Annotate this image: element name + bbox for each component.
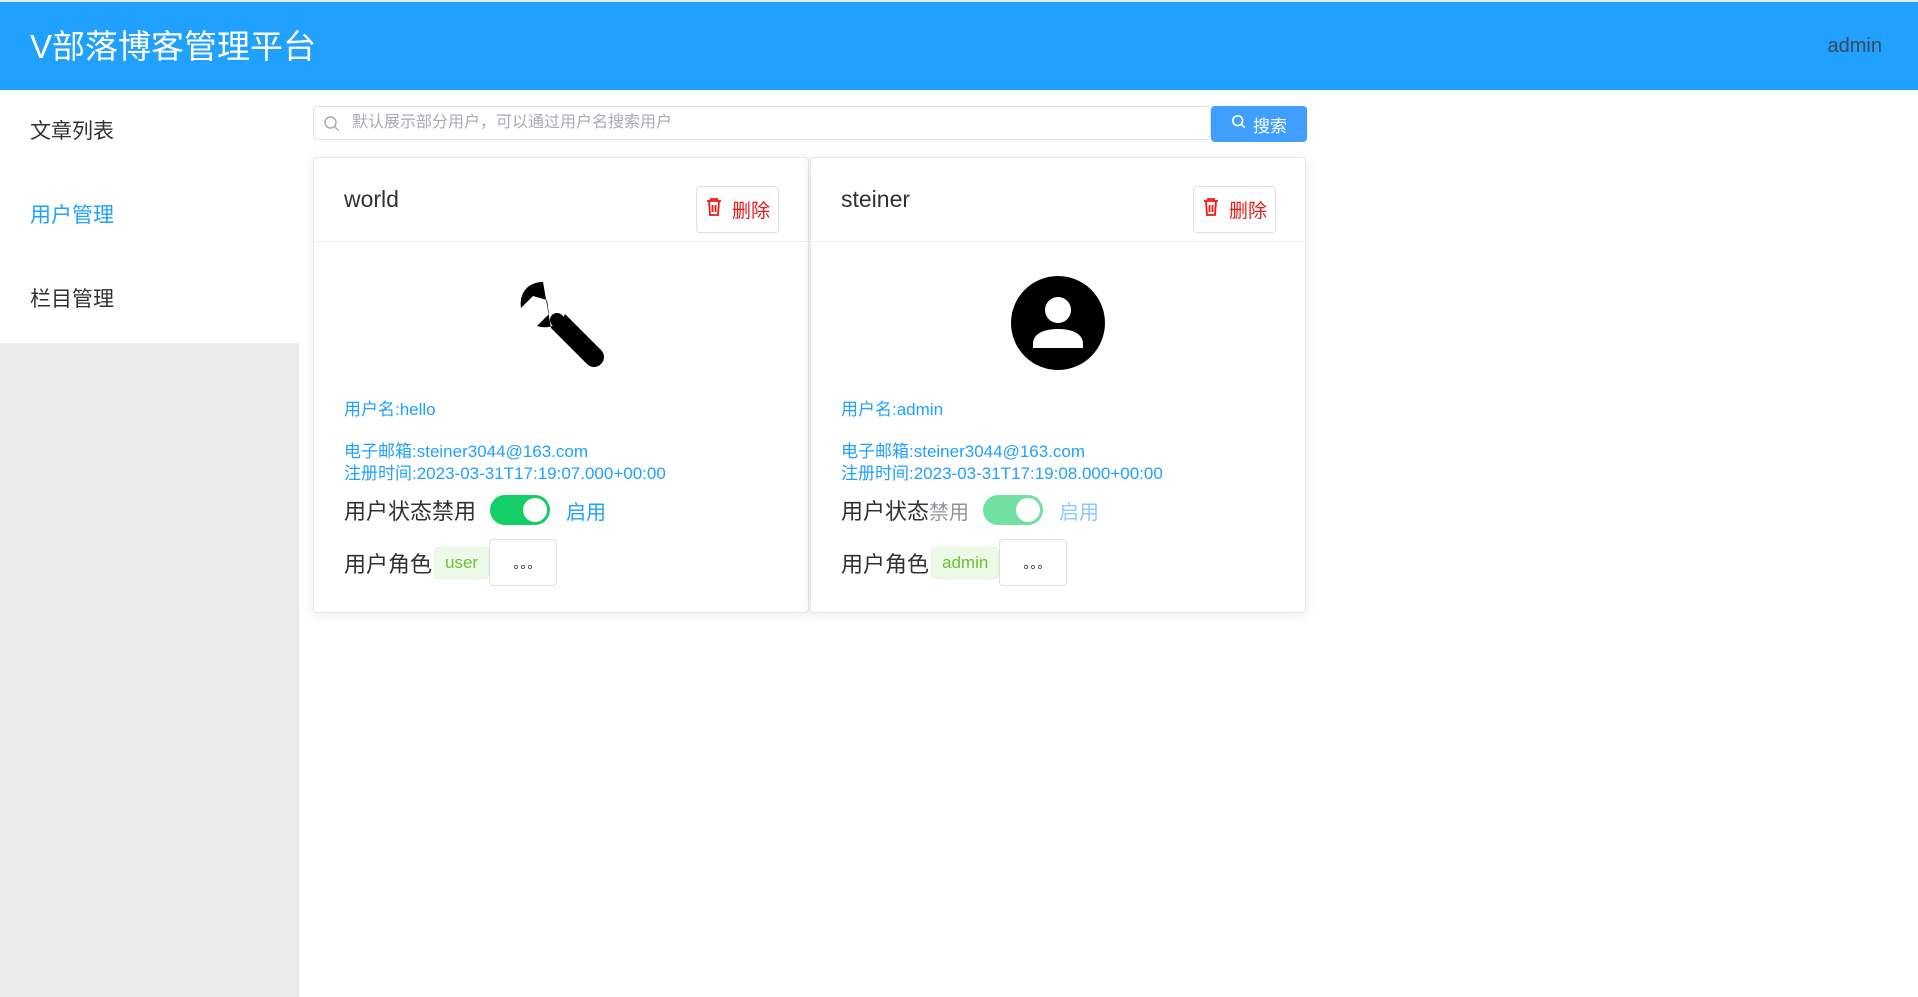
card-header: world 删除 <box>314 158 808 242</box>
role-tag: user <box>434 546 490 579</box>
username-text: 用户名:hello <box>344 400 436 419</box>
username-text: 用户名:admin <box>841 400 944 419</box>
search-input[interactable] <box>352 107 1192 139</box>
delete-label: 删除 <box>731 201 770 222</box>
search-field <box>313 106 1211 140</box>
role-more-button[interactable] <box>999 539 1068 586</box>
status-toggle[interactable] <box>983 495 1044 525</box>
delete-button[interactable]: 删除 <box>696 186 779 233</box>
header-username[interactable]: admin <box>1828 33 1882 59</box>
sidebar-item-categories[interactable]: 栏目管理 <box>0 258 299 342</box>
wrench-icon <box>314 276 808 372</box>
sidebar-item-articles[interactable]: 文章列表 <box>0 90 299 174</box>
card-header: steiner 删除 <box>811 158 1305 242</box>
register-time-text: 注册时间:2023-03-31T17:19:08.000+00:00 <box>841 464 1163 483</box>
search-button-label: 搜索 <box>1253 116 1287 136</box>
toggle-knob <box>523 498 548 522</box>
status-off-label: 禁用 <box>432 499 477 524</box>
sidebar-item-users[interactable]: 用户管理 <box>0 174 299 258</box>
trash-icon <box>705 197 723 223</box>
status-label: 用户状态 <box>841 499 930 524</box>
role-more-button[interactable] <box>489 539 558 586</box>
delete-label: 删除 <box>1228 201 1267 222</box>
role-label: 用户角色 <box>344 551 433 577</box>
user-circle-icon <box>811 276 1305 372</box>
register-time-text: 注册时间:2023-03-31T17:19:07.000+00:00 <box>344 464 666 483</box>
more-icon <box>1023 550 1043 576</box>
sidebar-menu: 文章列表 用户管理 栏目管理 <box>0 90 299 343</box>
toggle-knob <box>1016 498 1041 522</box>
card-title: world <box>344 186 399 212</box>
card-title: steiner <box>841 186 911 212</box>
more-icon <box>513 550 533 576</box>
status-row: 用户状态 禁用 启用 <box>344 494 606 526</box>
search-button-icon <box>1231 114 1247 135</box>
status-label: 用户状态 <box>344 499 433 524</box>
delete-button[interactable]: 删除 <box>1193 186 1276 233</box>
user-card: world 删除 用户名:hello 电子邮箱:steiner3044@163.… <box>313 157 809 613</box>
user-card: steiner 删除 用户名:admin 电子邮箱:steiner3044@16… <box>810 157 1306 613</box>
email-text: 电子邮箱:steiner3044@163.com <box>841 442 1086 461</box>
app-title: V部落博客管理平台 <box>30 28 317 65</box>
search-icon <box>323 115 341 138</box>
search-button[interactable]: 搜索 <box>1211 106 1307 142</box>
role-row: 用户角色 user <box>344 539 558 586</box>
sidebar: 文章列表 用户管理 栏目管理 <box>0 90 299 997</box>
role-label: 用户角色 <box>841 551 930 577</box>
status-on-label: 启用 <box>1059 501 1100 524</box>
role-row: 用户角色 admin <box>841 539 1068 586</box>
status-off-label: 禁用 <box>929 501 970 524</box>
email-text: 电子邮箱:steiner3044@163.com <box>344 442 589 461</box>
status-on-label: 启用 <box>566 501 607 524</box>
role-tag: admin <box>931 546 1000 579</box>
status-toggle[interactable] <box>490 495 551 525</box>
trash-icon <box>1202 197 1220 223</box>
status-row: 用户状态 禁用 启用 <box>841 494 1099 526</box>
top-header: V部落博客管理平台 admin <box>0 0 1918 90</box>
